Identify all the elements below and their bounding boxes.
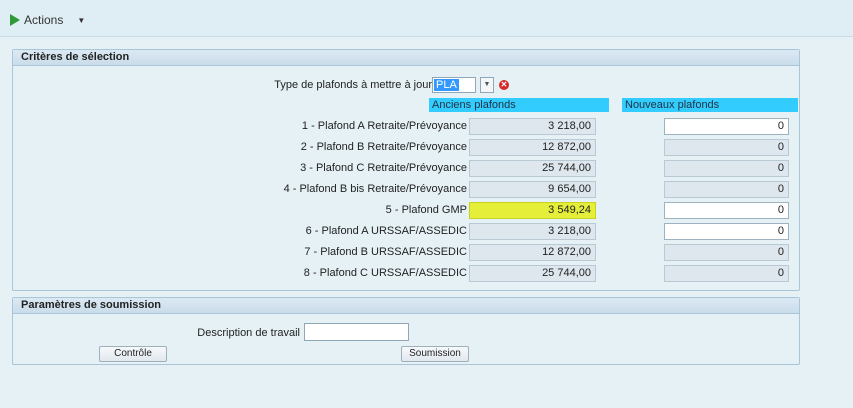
- actions-label: Actions: [24, 13, 64, 27]
- plafond-label: 5 - Plafond GMP: [385, 204, 467, 216]
- old-plafond-value: 25 744,00: [469, 160, 596, 177]
- type-plafonds-value: PLA: [434, 79, 459, 91]
- chevron-down-icon[interactable]: ▼: [77, 16, 85, 25]
- toolbar: Actions ▼: [0, 0, 853, 37]
- submission-panel: Paramètres de soumission Description de …: [12, 297, 800, 365]
- old-plafond-value: 3 218,00: [469, 223, 596, 240]
- old-plafond-value: 9 654,00: [469, 181, 596, 198]
- plafond-label: 2 - Plafond B Retraite/Prévoyance: [300, 141, 467, 153]
- plafond-label: 1 - Plafond A Retraite/Prévoyance: [301, 120, 467, 132]
- old-values-header: Anciens plafonds: [429, 98, 609, 112]
- old-plafond-value: 12 872,00: [469, 244, 596, 261]
- plafond-label: 6 - Plafond A URSSAF/ASSEDIC: [305, 225, 467, 237]
- old-plafond-value: 12 872,00: [469, 139, 596, 156]
- control-button[interactable]: Contrôle: [99, 346, 167, 362]
- submit-button[interactable]: Soumission: [401, 346, 469, 362]
- description-label: Description de travail: [197, 327, 300, 339]
- actions-menu[interactable]: Actions ▼: [10, 12, 85, 28]
- plafond-label: 4 - Plafond B bis Retraite/Prévoyance: [283, 183, 467, 195]
- dropdown-arrow-icon[interactable]: ▼: [480, 77, 494, 93]
- plafond-label: 3 - Plafond C Retraite/Prévoyance: [300, 162, 467, 174]
- type-plafonds-label: Type de plafonds à mettre à jour: [274, 79, 432, 91]
- plafond-label: 8 - Plafond C URSSAF/ASSEDIC: [303, 267, 467, 279]
- old-plafond-value: 3 549,24: [469, 202, 596, 219]
- new-plafond-input: 0: [664, 139, 789, 156]
- new-plafond-input[interactable]: 0: [664, 118, 789, 135]
- new-plafond-input: 0: [664, 181, 789, 198]
- new-plafond-input[interactable]: 0: [664, 223, 789, 240]
- new-plafond-input: 0: [664, 265, 789, 282]
- new-values-header: Nouveaux plafonds: [622, 98, 798, 112]
- submission-panel-title: Paramètres de soumission: [13, 298, 799, 314]
- plafond-label: 7 - Plafond B URSSAF/ASSEDIC: [304, 246, 467, 258]
- type-plafonds-select[interactable]: PLA: [432, 77, 476, 93]
- old-plafond-value: 25 744,00: [469, 265, 596, 282]
- new-plafond-input: 0: [664, 160, 789, 177]
- new-plafond-input: 0: [664, 244, 789, 261]
- old-plafond-value: 3 218,00: [469, 118, 596, 135]
- clear-icon[interactable]: ✕: [499, 80, 509, 90]
- play-icon: [10, 14, 20, 26]
- new-plafond-input[interactable]: 0: [664, 202, 789, 219]
- criteria-panel-title: Critères de sélection: [13, 50, 799, 66]
- description-input[interactable]: [304, 323, 409, 341]
- criteria-panel: Critères de sélection Type de plafonds à…: [12, 49, 800, 291]
